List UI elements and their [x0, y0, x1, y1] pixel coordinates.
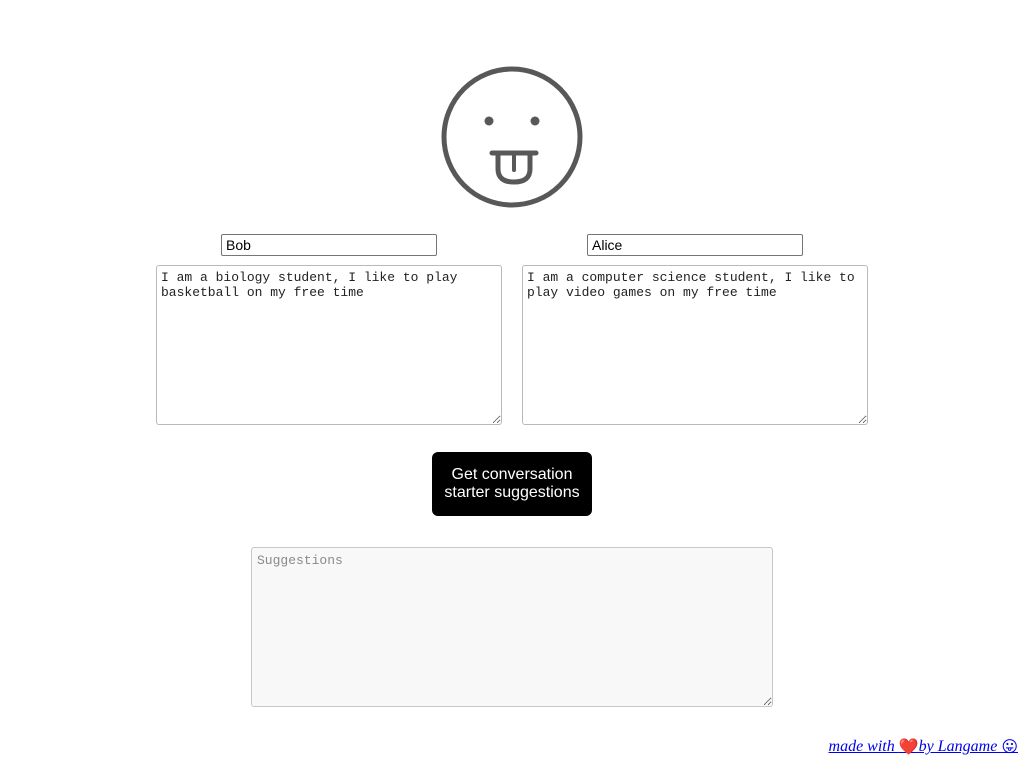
suggestions-output-textarea[interactable] — [251, 547, 773, 707]
person-two-name-input[interactable] — [587, 234, 803, 256]
heart-icon: ❤️ — [898, 737, 919, 756]
made-with-love-link[interactable]: made with ❤️by Langame 😛 — [829, 737, 1018, 756]
tongue-out-face-icon — [441, 66, 583, 208]
tongue-out-emoji-icon: 😛 — [1001, 737, 1018, 756]
person-one-bio-textarea[interactable] — [156, 265, 502, 425]
app-root: Get conversation starter suggestions mad… — [0, 0, 1024, 768]
person-two-bio-textarea[interactable] — [522, 265, 868, 425]
footer-suffix-text: by Langame — [918, 738, 1002, 755]
person-one-name-input[interactable] — [221, 234, 437, 256]
get-suggestions-button[interactable]: Get conversation starter suggestions — [432, 452, 592, 516]
footer-prefix-text: made with — [828, 738, 899, 755]
